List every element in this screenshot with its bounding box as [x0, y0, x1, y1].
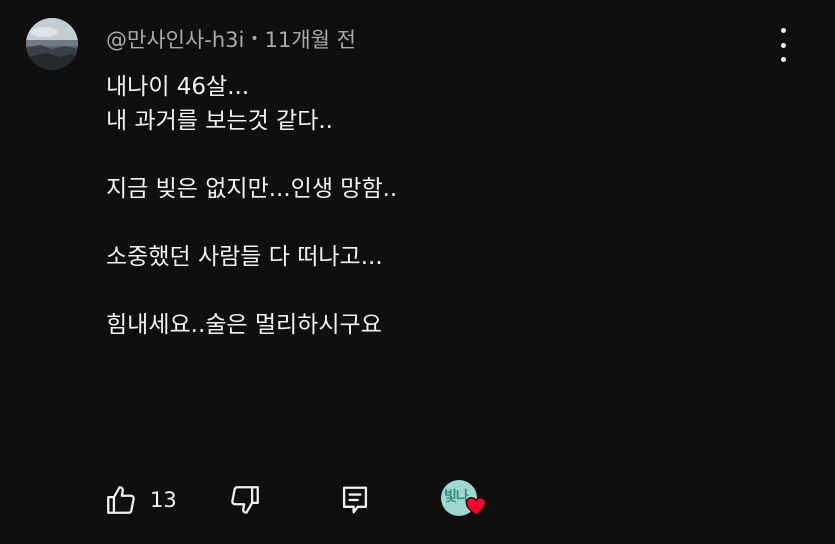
thumbs-down-icon — [231, 486, 259, 514]
comment-line: 내나이 46살... — [106, 74, 250, 100]
comment-timestamp[interactable]: 11개월 전 — [265, 24, 356, 54]
comment-line: 힘내세요..술은 멀리하시구요 — [106, 312, 382, 338]
thumbs-up-icon — [107, 486, 135, 514]
avatar[interactable] — [26, 18, 78, 70]
more-vertical-icon[interactable] — [770, 28, 796, 62]
comment-actions: 13 빛나 — [104, 478, 524, 522]
author-name[interactable]: @만사인사-h3i — [106, 24, 244, 54]
reply-button[interactable] — [340, 478, 370, 522]
like-count: 13 — [150, 488, 177, 512]
comment-meta: @만사인사-h3i • 11개월 전 — [106, 24, 356, 54]
creator-heart: 빛나 — [441, 480, 489, 520]
reply-icon — [342, 486, 368, 514]
meta-separator: • — [250, 31, 259, 47]
comment-line-blank — [106, 274, 746, 308]
comment-line: 지금 빚은 없지만...인생 망함.. — [106, 176, 398, 202]
avatar-landscape-image — [26, 18, 78, 70]
comment-line-blank — [106, 138, 746, 172]
like-button[interactable]: 13 — [104, 478, 177, 522]
comment-line: 소중했던 사람들 다 떠나고... — [106, 244, 383, 270]
comment-body: 내나이 46살... 내 과거를 보는것 같다.. 지금 빚은 없지만...인생… — [106, 70, 746, 342]
dislike-button[interactable] — [228, 478, 262, 522]
comment-line-blank — [106, 206, 746, 240]
heart-icon — [465, 496, 487, 516]
comment-line: 내 과거를 보는것 같다.. — [106, 108, 333, 134]
